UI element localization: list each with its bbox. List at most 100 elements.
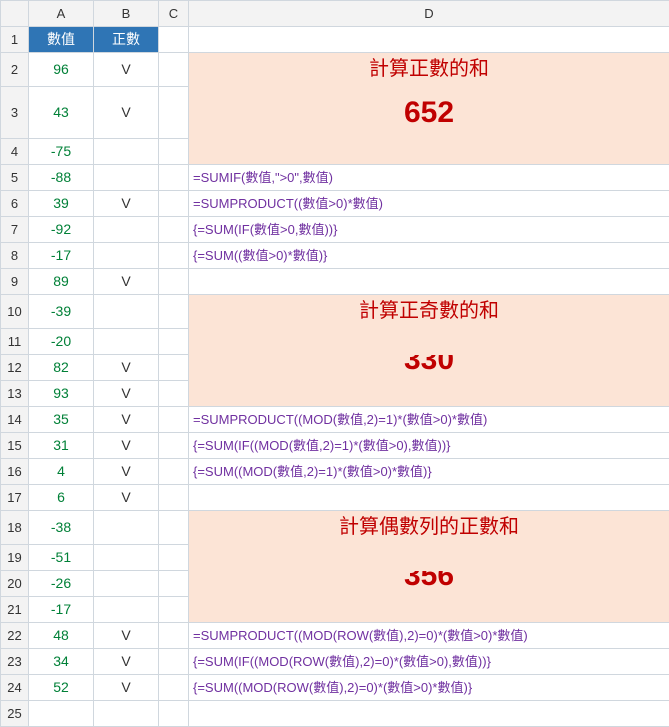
cell[interactable] (159, 165, 189, 191)
data-mark[interactable]: V (94, 191, 159, 217)
col-header-A[interactable]: A (29, 1, 94, 27)
cell[interactable] (159, 675, 189, 701)
cell[interactable] (29, 701, 94, 727)
row-header[interactable]: 5 (1, 165, 29, 191)
cell[interactable] (159, 295, 189, 329)
corner-cell[interactable] (1, 1, 29, 27)
row-header[interactable]: 12 (1, 355, 29, 381)
row-header[interactable]: 15 (1, 433, 29, 459)
data-value[interactable]: 52 (29, 675, 94, 701)
row-header[interactable]: 19 (1, 545, 29, 571)
col-header-D[interactable]: D (189, 1, 669, 27)
data-mark[interactable]: V (94, 649, 159, 675)
data-mark[interactable] (94, 217, 159, 243)
table-header-value[interactable]: 數值 (29, 27, 94, 53)
data-value[interactable]: 4 (29, 459, 94, 485)
cell[interactable] (159, 597, 189, 623)
cell[interactable] (159, 139, 189, 165)
data-mark[interactable]: V (94, 355, 159, 381)
data-value[interactable]: 34 (29, 649, 94, 675)
row-header[interactable]: 10 (1, 295, 29, 329)
row-header[interactable]: 8 (1, 243, 29, 269)
data-value[interactable]: 93 (29, 381, 94, 407)
data-mark[interactable]: V (94, 269, 159, 295)
cell[interactable] (189, 381, 669, 407)
data-value[interactable]: 6 (29, 485, 94, 511)
data-value[interactable]: 39 (29, 191, 94, 217)
cell[interactable] (189, 485, 669, 511)
cell[interactable] (159, 27, 189, 53)
data-value[interactable]: -75 (29, 139, 94, 165)
data-value[interactable]: -88 (29, 165, 94, 191)
formula-cell[interactable]: {=SUM(IF((MOD(ROW(數值),2)=0)*(數值>0),數值))} (189, 649, 669, 675)
data-value[interactable]: 82 (29, 355, 94, 381)
cell[interactable] (189, 139, 669, 165)
cell[interactable] (94, 701, 159, 727)
row-header[interactable]: 6 (1, 191, 29, 217)
table-header-mark[interactable]: 正數 (94, 27, 159, 53)
formula-cell[interactable]: {=SUM((MOD(ROW(數值),2)=0)*(數值>0)*數值)} (189, 675, 669, 701)
cell[interactable] (159, 623, 189, 649)
row-header[interactable]: 9 (1, 269, 29, 295)
data-value[interactable]: -39 (29, 295, 94, 329)
cell[interactable] (159, 433, 189, 459)
data-mark[interactable] (94, 571, 159, 597)
data-value[interactable]: -17 (29, 243, 94, 269)
cell[interactable] (159, 217, 189, 243)
formula-cell[interactable]: {=SUM(IF(數值>0,數值))} (189, 217, 669, 243)
section2-title[interactable]: 計算正奇數的和 (189, 295, 669, 329)
data-mark[interactable]: V (94, 459, 159, 485)
section1-result[interactable]: 652 (189, 87, 669, 139)
cell[interactable] (189, 27, 669, 53)
data-value[interactable]: -26 (29, 571, 94, 597)
section1-title[interactable]: 計算正數的和 (189, 53, 669, 87)
data-mark[interactable] (94, 165, 159, 191)
data-mark[interactable] (94, 243, 159, 269)
cell[interactable] (159, 53, 189, 87)
formula-cell[interactable]: {=SUM((MOD(數值,2)=1)*(數值>0)*數值)} (189, 459, 669, 485)
formula-cell[interactable]: {=SUM((數值>0)*數值)} (189, 243, 669, 269)
data-mark[interactable]: V (94, 623, 159, 649)
row-header[interactable]: 3 (1, 87, 29, 139)
cell[interactable] (189, 269, 669, 295)
data-value[interactable]: 35 (29, 407, 94, 433)
data-mark[interactable] (94, 139, 159, 165)
cell[interactable] (159, 459, 189, 485)
row-header[interactable]: 2 (1, 53, 29, 87)
row-header[interactable]: 16 (1, 459, 29, 485)
data-value[interactable]: -20 (29, 329, 94, 355)
cell[interactable] (159, 381, 189, 407)
section2-result-value[interactable]: 330 (189, 355, 669, 381)
data-value[interactable]: -17 (29, 597, 94, 623)
section2-result[interactable] (189, 329, 669, 355)
cell[interactable] (159, 87, 189, 139)
row-header[interactable]: 1 (1, 27, 29, 53)
data-value[interactable]: -51 (29, 545, 94, 571)
cell[interactable] (189, 597, 669, 623)
cell[interactable] (159, 545, 189, 571)
section3-result-value[interactable]: 356 (189, 571, 669, 597)
row-header[interactable]: 11 (1, 329, 29, 355)
data-mark[interactable]: V (94, 53, 159, 87)
cell[interactable] (159, 571, 189, 597)
col-header-B[interactable]: B (94, 1, 159, 27)
cell[interactable] (159, 485, 189, 511)
cell[interactable] (159, 701, 189, 727)
formula-cell[interactable]: =SUMPRODUCT((MOD(ROW(數值),2)=0)*(數值>0)*數值… (189, 623, 669, 649)
row-header[interactable]: 18 (1, 511, 29, 545)
row-header[interactable]: 17 (1, 485, 29, 511)
cell[interactable] (159, 355, 189, 381)
data-mark[interactable]: V (94, 485, 159, 511)
data-value[interactable]: 96 (29, 53, 94, 87)
cell[interactable] (159, 511, 189, 545)
data-mark[interactable]: V (94, 407, 159, 433)
row-header[interactable]: 21 (1, 597, 29, 623)
formula-cell[interactable]: =SUMPRODUCT((MOD(數值,2)=1)*(數值>0)*數值) (189, 407, 669, 433)
section3-result[interactable] (189, 545, 669, 571)
row-header[interactable]: 24 (1, 675, 29, 701)
row-header[interactable]: 23 (1, 649, 29, 675)
data-mark[interactable]: V (94, 675, 159, 701)
cell[interactable] (159, 269, 189, 295)
data-mark[interactable]: V (94, 381, 159, 407)
data-mark[interactable]: V (94, 87, 159, 139)
